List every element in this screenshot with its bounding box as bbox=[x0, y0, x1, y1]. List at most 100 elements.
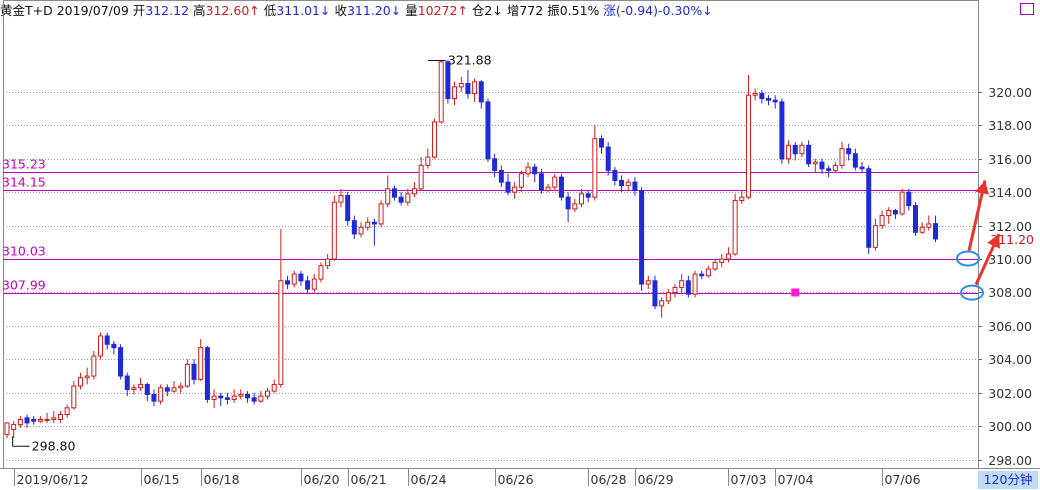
candle-body bbox=[398, 196, 404, 203]
candlestick-chart[interactable]: 298.00 300.00 302.00 304.00 306.00 308.00 310.… bbox=[0, 0, 1040, 490]
x-tick-label: 07/04 bbox=[778, 472, 814, 487]
candle-body bbox=[351, 220, 357, 235]
y-tick-label: 308.00 bbox=[988, 285, 1032, 300]
candle-body bbox=[906, 191, 912, 207]
candle-body bbox=[178, 385, 184, 389]
x-tick-label: 06/24 bbox=[411, 472, 447, 487]
candle-body bbox=[224, 397, 230, 400]
candle-body bbox=[766, 98, 772, 101]
candle-body bbox=[204, 347, 210, 400]
candle-body bbox=[699, 273, 705, 277]
candle-body bbox=[705, 268, 711, 277]
x-tick-label: 06/21 bbox=[351, 472, 387, 487]
candle-body bbox=[545, 186, 551, 191]
candle-body bbox=[138, 383, 144, 389]
candle-body bbox=[899, 191, 905, 215]
candle-body bbox=[151, 393, 157, 402]
level-label: 315.23 bbox=[2, 157, 46, 172]
candle-body bbox=[31, 419, 37, 422]
candle-body bbox=[552, 176, 558, 188]
y-tick-label: 318.00 bbox=[988, 118, 1032, 133]
candle-body bbox=[325, 258, 331, 267]
candle-body bbox=[745, 94, 751, 198]
candle-body bbox=[712, 261, 718, 270]
candle-body bbox=[759, 93, 765, 100]
candle-body bbox=[24, 417, 30, 424]
candle-body bbox=[819, 161, 825, 170]
candle-body bbox=[452, 86, 458, 100]
candle-body bbox=[592, 138, 598, 198]
candle-body bbox=[358, 226, 364, 235]
candle-body bbox=[532, 166, 538, 175]
candle-body bbox=[311, 278, 317, 290]
candle-body bbox=[385, 188, 391, 205]
candle-body bbox=[418, 164, 424, 190]
y-tick-label: 304.00 bbox=[988, 352, 1032, 367]
level-label: 310.03 bbox=[2, 244, 46, 259]
candle-body bbox=[378, 203, 384, 225]
candle-body bbox=[599, 138, 605, 148]
candle-body bbox=[725, 253, 731, 260]
candle-body bbox=[291, 273, 297, 285]
candle-body bbox=[198, 347, 204, 380]
period-selector[interactable]: 120分钟 bbox=[978, 471, 1038, 489]
candle-body bbox=[639, 189, 645, 285]
candle-body bbox=[879, 215, 885, 227]
candle-body bbox=[77, 377, 83, 387]
level-label: 314.15 bbox=[2, 175, 46, 190]
y-tick-label: 300.00 bbox=[988, 419, 1032, 434]
candle-body bbox=[258, 395, 264, 402]
candle-body bbox=[752, 93, 758, 96]
candle-body bbox=[612, 169, 618, 181]
candle-body bbox=[478, 81, 484, 103]
level-label: 307.99 bbox=[2, 278, 46, 293]
candle-body bbox=[158, 387, 164, 402]
y-tick-label: 316.00 bbox=[988, 152, 1032, 167]
candle-body bbox=[492, 158, 498, 171]
candle-body bbox=[926, 223, 932, 228]
x-tick-label: 2019/06/12 bbox=[17, 472, 89, 487]
candle-body bbox=[64, 407, 70, 416]
candle-body bbox=[458, 83, 464, 88]
candle-body bbox=[525, 166, 531, 175]
candle-body bbox=[238, 393, 244, 397]
candle-body bbox=[211, 395, 217, 400]
candle-body bbox=[919, 226, 925, 233]
x-tick-label: 06/29 bbox=[638, 472, 674, 487]
candle-body bbox=[111, 343, 117, 349]
candle-body bbox=[572, 203, 578, 210]
x-tick-label: 06/15 bbox=[144, 472, 180, 487]
candle-body bbox=[812, 161, 818, 165]
candle-body bbox=[933, 223, 939, 240]
y-tick-label: 314.00 bbox=[988, 185, 1032, 200]
candle-body bbox=[98, 335, 104, 357]
candle-body bbox=[659, 300, 665, 307]
x-tick-label: 06/26 bbox=[498, 472, 534, 487]
candle-body bbox=[411, 188, 417, 195]
candle-body bbox=[806, 144, 812, 165]
candle-body bbox=[558, 176, 564, 198]
candle-body bbox=[685, 280, 691, 295]
candle-body bbox=[131, 387, 137, 390]
candle-body bbox=[318, 265, 324, 280]
candle-body bbox=[124, 375, 130, 390]
candle-body bbox=[578, 193, 584, 205]
candle-body bbox=[619, 179, 625, 186]
candle-body bbox=[886, 210, 892, 217]
x-tick-label: 06/28 bbox=[591, 472, 627, 487]
max-annotation-label: 321.88 bbox=[448, 52, 492, 67]
candle-body bbox=[692, 273, 698, 295]
candle-body bbox=[218, 395, 224, 399]
candle-body bbox=[498, 169, 504, 183]
candle-body bbox=[184, 363, 190, 387]
candle-body bbox=[665, 291, 671, 302]
candle-body bbox=[799, 144, 805, 155]
candle-body bbox=[872, 225, 878, 248]
candle-body bbox=[465, 83, 471, 95]
candle-body bbox=[585, 193, 591, 198]
candle-body bbox=[191, 363, 197, 380]
candle-body bbox=[792, 144, 798, 155]
candle-body bbox=[859, 166, 865, 170]
marker-square bbox=[791, 288, 800, 297]
candle-body bbox=[472, 81, 478, 95]
